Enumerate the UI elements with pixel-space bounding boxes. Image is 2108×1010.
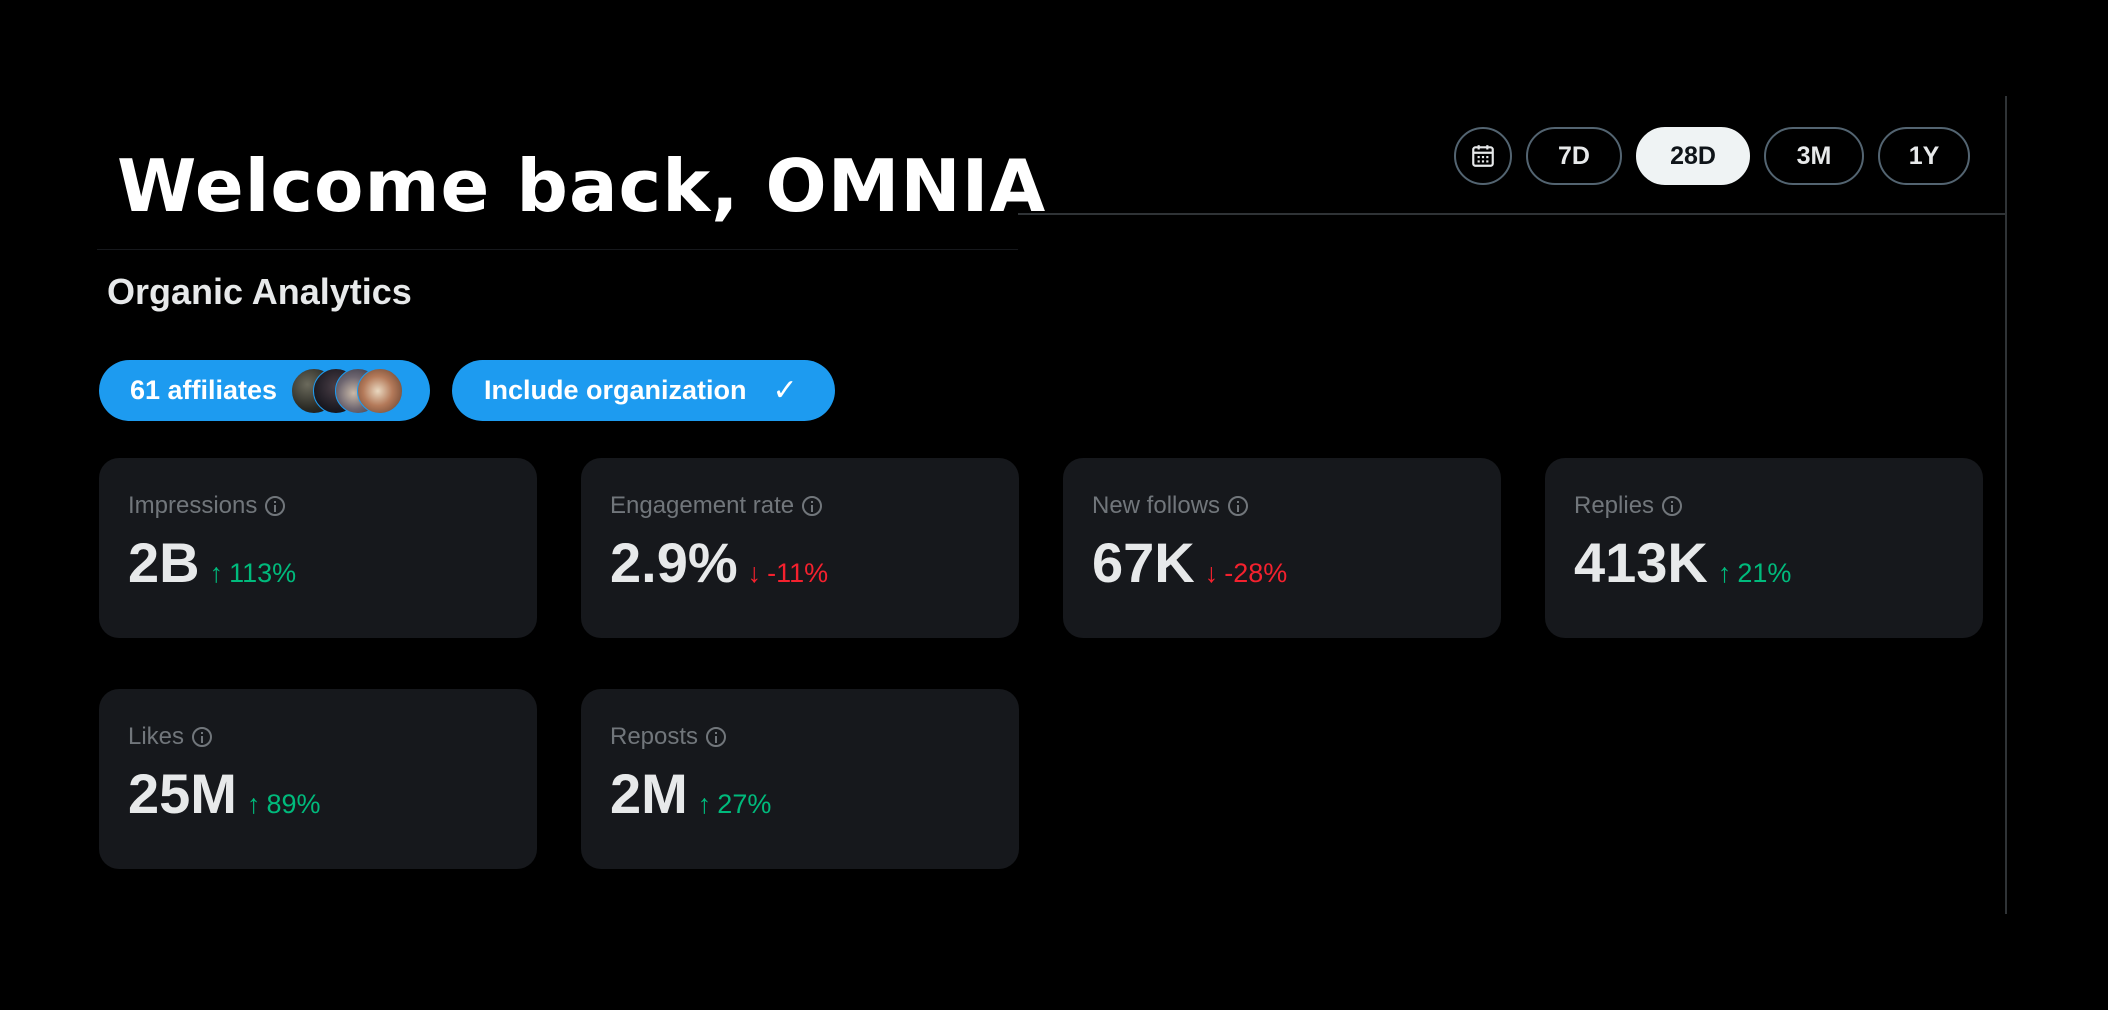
metric-card-impressions[interactable]: Impressions 2B ↑ 113% bbox=[99, 458, 537, 638]
info-icon[interactable] bbox=[706, 727, 727, 747]
affiliate-avatars bbox=[291, 367, 404, 414]
analytics-page: Welcome back, OMNIA Organic Analytics 7D… bbox=[0, 0, 2108, 1010]
include-organization-label: Include organization bbox=[484, 375, 747, 405]
vertical-divider bbox=[2005, 96, 2007, 914]
metric-change-value: 89% bbox=[266, 789, 321, 819]
affiliates-label: 61 affiliates bbox=[130, 375, 278, 405]
metric-change-value: -11% bbox=[767, 558, 829, 588]
calendar-button[interactable] bbox=[1454, 127, 1512, 185]
metric-label: Impressions bbox=[128, 492, 258, 519]
arrow-up-icon: ↑ bbox=[246, 789, 261, 819]
metric-card-replies[interactable]: Replies 413K ↑ 21% bbox=[1545, 458, 1983, 638]
metric-label: Likes bbox=[128, 723, 185, 750]
metric-value: 2M bbox=[610, 762, 688, 825]
date-range-selector: 7D 28D 3M 1Y bbox=[1454, 127, 1970, 185]
metric-label: Reposts bbox=[610, 723, 699, 750]
metric-change-value: -28% bbox=[1224, 558, 1288, 588]
affiliates-button[interactable]: 61 affiliates bbox=[99, 360, 430, 421]
metric-card-new-follows[interactable]: New follows 67K ↓ -28% bbox=[1063, 458, 1501, 638]
metric-label: Engagement rate bbox=[610, 492, 795, 519]
calendar-icon bbox=[1472, 145, 1494, 167]
header-divider bbox=[1018, 213, 2005, 215]
include-organization-toggle[interactable]: Include organization ✓ bbox=[452, 360, 835, 421]
arrow-down-icon: ↓ bbox=[747, 558, 762, 588]
metric-change-value: 113% bbox=[229, 558, 297, 588]
check-icon: ✓ bbox=[772, 374, 798, 407]
metric-card-likes[interactable]: Likes 25M ↑ 89% bbox=[99, 689, 537, 869]
range-1y-button[interactable]: 1Y bbox=[1878, 127, 1970, 185]
metric-value: 67K bbox=[1092, 531, 1195, 594]
metric-value: 25M bbox=[128, 762, 237, 825]
metric-change: ↓ -11% bbox=[748, 558, 829, 589]
range-3m-button[interactable]: 3M bbox=[1764, 127, 1864, 185]
info-icon[interactable] bbox=[265, 496, 286, 516]
metric-value: 2.9% bbox=[610, 531, 738, 594]
range-28d-button[interactable]: 28D bbox=[1636, 127, 1750, 185]
metric-label: New follows bbox=[1092, 492, 1221, 519]
metric-change-value: 27% bbox=[717, 789, 772, 819]
info-icon[interactable] bbox=[1228, 496, 1249, 516]
arrow-up-icon: ↑ bbox=[209, 558, 224, 588]
arrow-up-icon: ↑ bbox=[1717, 558, 1732, 588]
metric-change: ↓ -28% bbox=[1205, 558, 1288, 589]
title-divider bbox=[97, 249, 1018, 250]
range-7d-button[interactable]: 7D bbox=[1526, 127, 1622, 185]
info-icon[interactable] bbox=[192, 727, 213, 747]
metric-value: 2B bbox=[128, 531, 200, 594]
info-icon[interactable] bbox=[1662, 496, 1683, 516]
metric-change: ↑ 21% bbox=[1718, 558, 1792, 589]
info-icon[interactable] bbox=[802, 496, 823, 516]
metric-change: ↑ 27% bbox=[698, 789, 772, 820]
avatar bbox=[357, 367, 404, 414]
metric-card-engagement-rate[interactable]: Engagement rate 2.9% ↓ -11% bbox=[581, 458, 1019, 638]
arrow-down-icon: ↓ bbox=[1204, 558, 1219, 588]
metric-change: ↑ 113% bbox=[210, 558, 297, 589]
page-title: Welcome back, OMNIA bbox=[117, 144, 1047, 228]
metric-change-value: 21% bbox=[1737, 558, 1792, 588]
metric-change: ↑ 89% bbox=[247, 789, 321, 820]
section-title: Organic Analytics bbox=[107, 271, 412, 312]
metric-value: 413K bbox=[1574, 531, 1708, 594]
arrow-up-icon: ↑ bbox=[697, 789, 712, 819]
metric-card-reposts[interactable]: Reposts 2M ↑ 27% bbox=[581, 689, 1019, 869]
metric-label: Replies bbox=[1574, 492, 1655, 519]
